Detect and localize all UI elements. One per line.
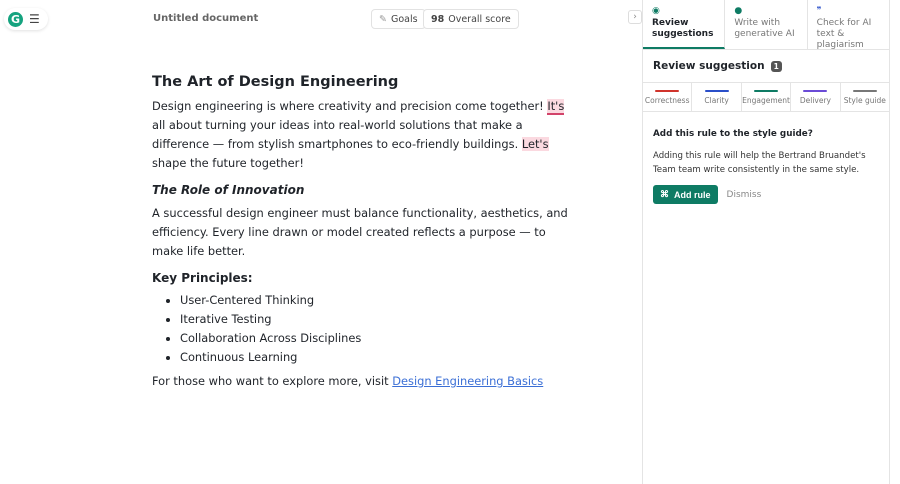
suggestion-highlight[interactable]: It's bbox=[547, 99, 565, 115]
document-title[interactable]: Untitled document bbox=[153, 13, 258, 24]
tab-label: Write with bbox=[734, 18, 781, 28]
category-color-bar bbox=[655, 90, 680, 92]
rule-icon: ⌘ bbox=[660, 189, 669, 199]
add-rule-label: Add rule bbox=[674, 189, 711, 200]
tab-label: Check for AI bbox=[816, 18, 872, 28]
grammarly-icon: ◉ bbox=[652, 6, 660, 16]
goals-label: Goals bbox=[390, 13, 418, 25]
category-color-bar bbox=[704, 90, 729, 92]
paragraph-2: A successful design engineer must balanc… bbox=[152, 204, 568, 261]
category-label: Style guide bbox=[843, 96, 886, 105]
subheading: Key Principles: bbox=[152, 271, 253, 285]
add-rule-button[interactable]: ⌘ Add rule bbox=[653, 185, 718, 204]
menu-icon[interactable]: ☰ bbox=[29, 12, 40, 26]
category-color-bar bbox=[803, 90, 828, 92]
tab-label: generative AI bbox=[734, 29, 795, 39]
category-label: Engagement bbox=[742, 96, 790, 105]
category-tab-style-guide[interactable]: Style guide bbox=[841, 83, 889, 111]
tab-ai-plagiarism[interactable]: ❞ Check for AI text & plagiarism bbox=[808, 0, 889, 50]
category-tab-clarity[interactable]: Clarity bbox=[692, 83, 742, 111]
quote-icon: ❞ bbox=[816, 6, 822, 16]
tab-generative-ai[interactable]: ● Write with generative AI bbox=[725, 0, 808, 49]
grammarly-logo-icon[interactable]: G bbox=[8, 11, 23, 27]
review-suggestion-header: Review suggestion 1 bbox=[643, 50, 889, 83]
category-color-bar bbox=[754, 90, 779, 92]
category-label: Correctness bbox=[644, 96, 690, 105]
category-tab-correctness[interactable]: Correctness bbox=[643, 83, 693, 111]
text: A successful design engineer must balanc… bbox=[152, 206, 568, 220]
app-menu-pill: G ☰ bbox=[4, 8, 48, 30]
text: make life better. bbox=[152, 244, 246, 258]
category-label: Delivery bbox=[799, 96, 831, 105]
dismiss-button[interactable]: Dismiss bbox=[727, 190, 762, 200]
category-label: Clarity bbox=[704, 96, 729, 105]
text: difference — from stylish smartphones to… bbox=[152, 137, 522, 151]
text: all about turning your ideas into real-w… bbox=[152, 118, 523, 132]
card-body: Adding this rule will help the Bertrand … bbox=[653, 151, 866, 175]
chevron-right-icon: › bbox=[633, 12, 637, 22]
list-item: Continuous Learning bbox=[180, 348, 568, 367]
tab-review-suggestions[interactable]: ◉ Review suggestions bbox=[643, 0, 726, 49]
principles-list: User-Centered Thinking Iterative Testing… bbox=[180, 291, 568, 367]
document-editor[interactable]: The Art of Design Engineering Design eng… bbox=[152, 72, 568, 391]
card-title: Add this rule to the style guide? bbox=[653, 129, 813, 139]
category-tab-delivery[interactable]: Delivery bbox=[791, 83, 841, 111]
suggestion-count-badge: 1 bbox=[770, 60, 782, 72]
tab-label: text & plagiarism bbox=[816, 29, 864, 50]
text: efficiency. Every line drawn or model cr… bbox=[152, 225, 546, 239]
suggestion-highlight[interactable]: Let's bbox=[521, 137, 549, 151]
text: For those who want to explore more, visi… bbox=[152, 374, 393, 388]
lightbulb-icon: ● bbox=[734, 6, 743, 16]
score-label: Overall score bbox=[448, 13, 511, 25]
design-basics-link[interactable]: Design Engineering Basics bbox=[392, 374, 543, 388]
suggestion-card: Add this rule to the style guide? Adding… bbox=[643, 112, 889, 221]
doc-heading: The Art of Design Engineering bbox=[152, 74, 399, 90]
review-title: Review suggestion bbox=[653, 60, 765, 72]
collapse-panel-button[interactable]: › bbox=[628, 10, 642, 24]
overall-score-button[interactable]: 98 Overall score bbox=[423, 9, 519, 29]
assistant-panel: ◉ Review suggestions ● Write with generative… bbox=[642, 0, 890, 484]
goals-icon: ✎ bbox=[379, 13, 387, 25]
list-item: Iterative Testing bbox=[180, 310, 568, 329]
category-tab-engagement[interactable]: Engagement bbox=[742, 83, 792, 111]
subheading: The Role of Innovation bbox=[152, 183, 305, 197]
text: Design engineering is where creativity a… bbox=[152, 99, 548, 113]
goals-button[interactable]: ✎ Goals bbox=[371, 9, 426, 29]
score-value: 98 bbox=[431, 13, 445, 25]
list-item: User-Centered Thinking bbox=[180, 291, 568, 310]
tab-label: suggestions bbox=[652, 29, 714, 39]
list-item: Collaboration Across Disciplines bbox=[180, 329, 568, 348]
tab-label: Review bbox=[652, 18, 689, 28]
text: shape the future together! bbox=[152, 156, 304, 170]
paragraph-1: Design engineering is where creativity a… bbox=[152, 97, 568, 173]
category-color-bar bbox=[852, 90, 877, 92]
